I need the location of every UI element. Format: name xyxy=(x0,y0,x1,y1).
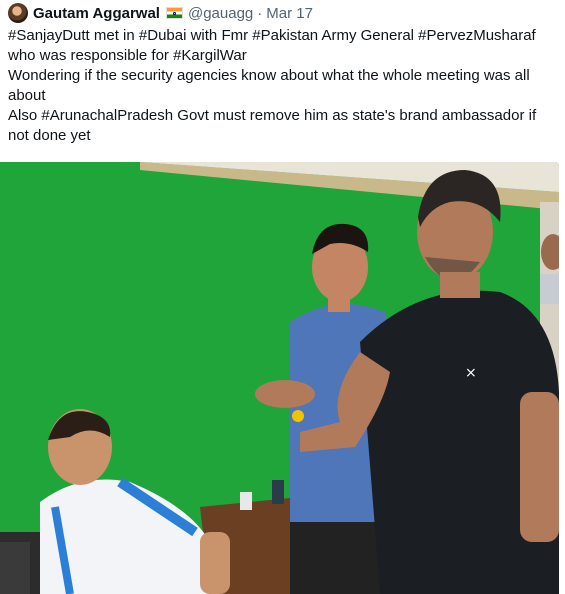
tweet-text-line: Wondering if the security agencies know … xyxy=(8,67,530,84)
tweet-card[interactable]: Gautam Aggarwal @gauagg · Mar 17 #Sanjay… xyxy=(0,0,565,594)
tweet-header: Gautam Aggarwal @gauagg · Mar 17 xyxy=(8,3,313,23)
author-avatar[interactable] xyxy=(8,3,28,23)
tweet-photo[interactable]: ⨯ xyxy=(0,162,559,594)
tweet-text: #SanjayDutt met in #Dubai with Fmr #Paki… xyxy=(8,26,553,146)
tweet-text-line: not done yet xyxy=(8,127,91,144)
tweet-text-line: Also #ArunachalPradesh Govt must remove … xyxy=(8,107,537,124)
bottle xyxy=(272,480,284,504)
author-handle[interactable]: @gauagg xyxy=(188,5,253,22)
brand-logo: ⨯ xyxy=(465,365,477,381)
tweet-text-line: #SanjayDutt met in #Dubai with Fmr #Paki… xyxy=(8,27,536,44)
tweet-text-line: who was responsible for #KargilWar xyxy=(8,47,247,64)
photo-illustration: ⨯ xyxy=(0,162,559,594)
tweet-date[interactable]: Mar 17 xyxy=(266,5,313,22)
india-flag-icon xyxy=(165,7,183,19)
tweet-text-line: about xyxy=(8,87,46,104)
separator-dot: · xyxy=(257,4,263,22)
cup xyxy=(240,492,252,510)
author-name[interactable]: Gautam Aggarwal xyxy=(33,5,160,22)
